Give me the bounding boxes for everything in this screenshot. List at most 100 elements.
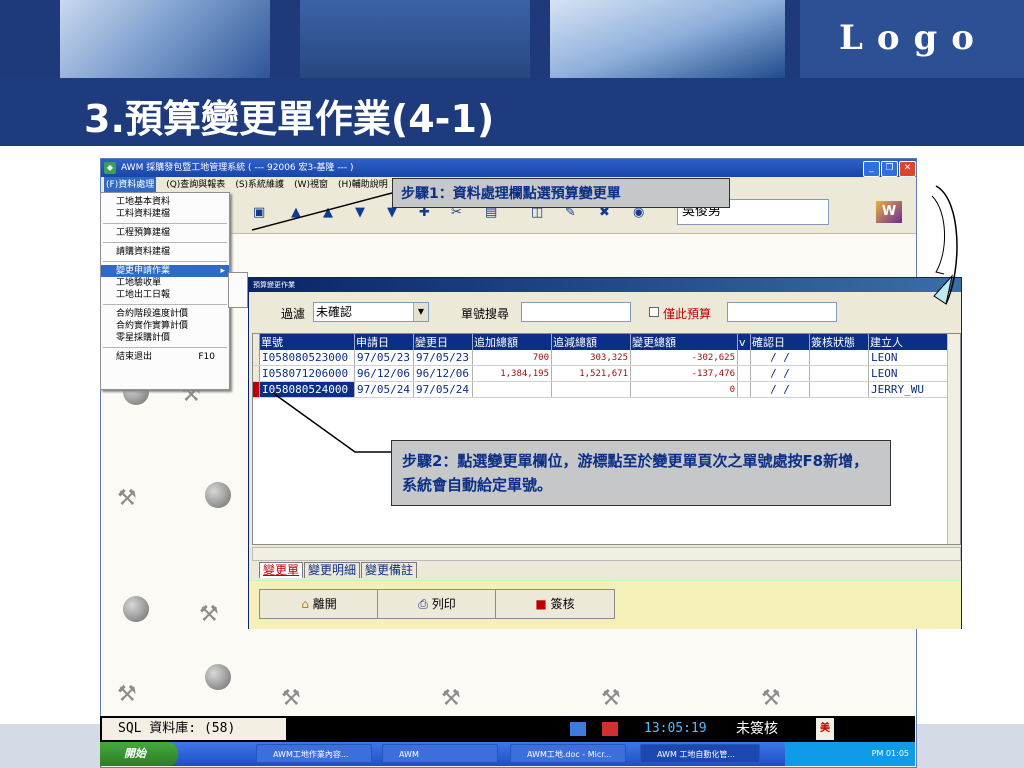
next-record-icon[interactable]: ▼ xyxy=(355,205,365,220)
taskbar-item[interactable]: AWM工地作業內容... xyxy=(256,744,372,763)
cell-v[interactable] xyxy=(737,365,751,382)
menu-item-material-entry[interactable]: 工料資料建檔 xyxy=(101,208,229,220)
cell-sign-status[interactable] xyxy=(809,381,869,398)
taskbar-item[interactable]: AWM xyxy=(382,744,498,763)
tab-change-note[interactable]: 變更備註 xyxy=(361,562,418,578)
cell-change-date[interactable]: 97/05/23 xyxy=(413,350,473,366)
col-change-total[interactable]: 變更總額 xyxy=(630,334,738,350)
cell-apply-date[interactable]: 97/05/23 xyxy=(354,350,414,366)
menu-item-purchase-request[interactable]: 請購資料建檔 xyxy=(101,246,229,258)
taskbar-item[interactable]: AWM工地.doc - Micr... xyxy=(510,744,626,763)
cell-add-total[interactable]: 700 xyxy=(472,350,552,366)
cell-change-date[interactable]: 96/12/06 xyxy=(413,365,473,382)
cell-confirm-date[interactable]: / / xyxy=(750,350,810,366)
cell-order-no[interactable]: I058080524000 xyxy=(259,381,355,398)
menu-item-daily-report[interactable]: 工地出工日報 xyxy=(101,289,229,301)
col-v[interactable]: v xyxy=(737,334,751,350)
menu-data-processing[interactable]: (F)資料處理 xyxy=(104,177,157,193)
grid-horizontal-scrollbar[interactable] xyxy=(252,547,961,561)
cell-change-total[interactable]: -302,625 xyxy=(630,350,738,366)
start-button[interactable]: 開始 xyxy=(100,742,178,766)
chevron-down-icon[interactable]: ▼ xyxy=(413,303,428,321)
cell-change-date[interactable]: 97/05/24 xyxy=(413,381,473,398)
col-sign-status[interactable]: 簽核狀態 xyxy=(809,334,869,350)
tab-change-order[interactable]: 變更單 xyxy=(259,562,304,578)
sign-state: 未簽核 xyxy=(736,721,778,737)
print-button[interactable]: ⎙ 列印 xyxy=(377,589,497,619)
cell-change-total[interactable]: -137,476 xyxy=(630,365,738,382)
cell-creator[interactable]: JERRY_WU xyxy=(868,381,948,398)
col-creator[interactable]: 建立人 xyxy=(868,334,948,350)
table-row[interactable]: I058071206000 96/12/06 96/12/06 1,384,19… xyxy=(253,365,948,382)
leave-button[interactable]: ⌂ 離開 xyxy=(259,589,379,619)
prev-record-icon[interactable]: ▲ xyxy=(323,205,333,220)
tab-change-detail[interactable]: 變更明細 xyxy=(304,562,361,578)
menu-item-budget-entry[interactable]: 工程預算建檔 xyxy=(101,227,229,239)
save-icon[interactable]: ▣ xyxy=(253,205,265,220)
cell-sub-total[interactable]: 303,325 xyxy=(551,350,631,366)
cell-add-total[interactable]: 1,384,195 xyxy=(472,365,552,382)
cell-change-total[interactable]: 0 xyxy=(630,381,738,398)
menu-item-misc-pricing[interactable]: 零星採購計價 xyxy=(101,332,229,344)
menu-separator xyxy=(103,223,227,224)
taskbar-item-active[interactable]: AWM 工地自動化管... xyxy=(640,744,760,763)
menu-separator xyxy=(103,304,227,305)
col-add-total[interactable]: 追加總額 xyxy=(472,334,552,350)
menu-item-actual-pricing[interactable]: 合約實作實算計價 xyxy=(101,320,229,332)
order-search-input[interactable] xyxy=(521,302,631,322)
table-row[interactable]: I058080523000 97/05/23 97/05/23 700 303,… xyxy=(253,350,948,366)
maximize-button[interactable]: ❐ xyxy=(881,161,898,177)
table-row[interactable]: I058080524000 97/05/24 97/05/24 0 / / JE… xyxy=(253,381,948,398)
cell-sign-status[interactable] xyxy=(809,365,869,382)
col-change-date[interactable]: 變更日 xyxy=(413,334,473,350)
cell-creator[interactable]: LEON xyxy=(868,350,948,366)
leave-button-label: 離開 xyxy=(312,597,337,611)
col-sub-total[interactable]: 追減總額 xyxy=(551,334,631,350)
menu-window[interactable]: (W)視窗 xyxy=(294,177,328,193)
menu-item-exit[interactable]: 結束退出 F10 xyxy=(101,351,229,363)
workspace-decor-circle xyxy=(123,596,149,622)
col-apply-date[interactable]: 申請日 xyxy=(354,334,414,350)
workspace-decor-figure: ⚒ xyxy=(281,686,301,711)
menu-item-change-request[interactable]: 變更申請作業 ▸ xyxy=(101,265,229,277)
menu-query-report[interactable]: (Q)查詢與報表 xyxy=(166,177,225,193)
db-status: SQL 資料庫: (58) xyxy=(102,718,286,740)
col-confirm-date[interactable]: 確認日 xyxy=(750,334,810,350)
sign-button[interactable]: ■ 簽核 xyxy=(495,589,615,619)
cell-confirm-date[interactable]: / / xyxy=(750,365,810,382)
menu-item-site-basic[interactable]: 工地基本資料 xyxy=(101,196,229,208)
curved-arrow-decor xyxy=(931,195,945,275)
minimize-button[interactable]: _ xyxy=(863,161,880,177)
menu-item-site-acceptance[interactable]: 工地驗收單 xyxy=(101,277,229,289)
cell-v[interactable] xyxy=(737,350,751,366)
filter-row: 過濾 未確認 ▼ 單號搜尋 僅此預算 xyxy=(249,292,961,330)
col-order-no[interactable]: 單號 xyxy=(259,334,355,350)
cell-v[interactable] xyxy=(737,381,751,398)
cell-apply-date[interactable]: 96/12/06 xyxy=(354,365,414,382)
cell-add-total[interactable] xyxy=(472,381,552,398)
filter-select-value: 未確認 xyxy=(316,305,353,319)
menu-help[interactable]: (H)輔助說明 xyxy=(338,177,388,193)
cell-order-no[interactable]: I058080523000 xyxy=(259,350,355,366)
only-budget-checkbox[interactable] xyxy=(649,307,659,317)
workspace-decor-figure: ⚒ xyxy=(117,486,137,511)
grid-vertical-scrollbar[interactable] xyxy=(947,334,960,544)
status-bar: SQL 資料庫: (58) 13:05:19 未簽核 美 xyxy=(100,716,915,742)
cell-sub-total[interactable] xyxy=(551,381,631,398)
budget-input[interactable] xyxy=(727,302,837,322)
close-button[interactable]: ✕ xyxy=(899,161,916,177)
cell-creator[interactable]: LEON xyxy=(868,365,948,382)
callout-step2: 步驟2：點選變更單欄位，游標點至於變更單頁次之單號處按F8新增，系統會自動給定單… xyxy=(391,440,891,506)
cell-sub-total[interactable]: 1,521,671 xyxy=(551,365,631,382)
first-record-icon[interactable]: ▲ xyxy=(291,205,301,220)
menu-separator xyxy=(103,242,227,243)
filter-select[interactable]: 未確認 ▼ xyxy=(313,302,429,322)
menu-system-maintenance[interactable]: (S)系統維護 xyxy=(235,177,284,193)
menu-item-stage-pricing[interactable]: 合約階段進度計價 xyxy=(101,308,229,320)
cell-apply-date[interactable]: 97/05/24 xyxy=(354,381,414,398)
cell-confirm-date[interactable]: / / xyxy=(750,381,810,398)
cell-sign-status[interactable] xyxy=(809,350,869,366)
cell-order-no[interactable]: I058071206000 xyxy=(259,365,355,382)
workspace-decor-figure: ⚒ xyxy=(441,686,461,711)
menu-item-label: 變更申請作業 xyxy=(116,266,171,276)
